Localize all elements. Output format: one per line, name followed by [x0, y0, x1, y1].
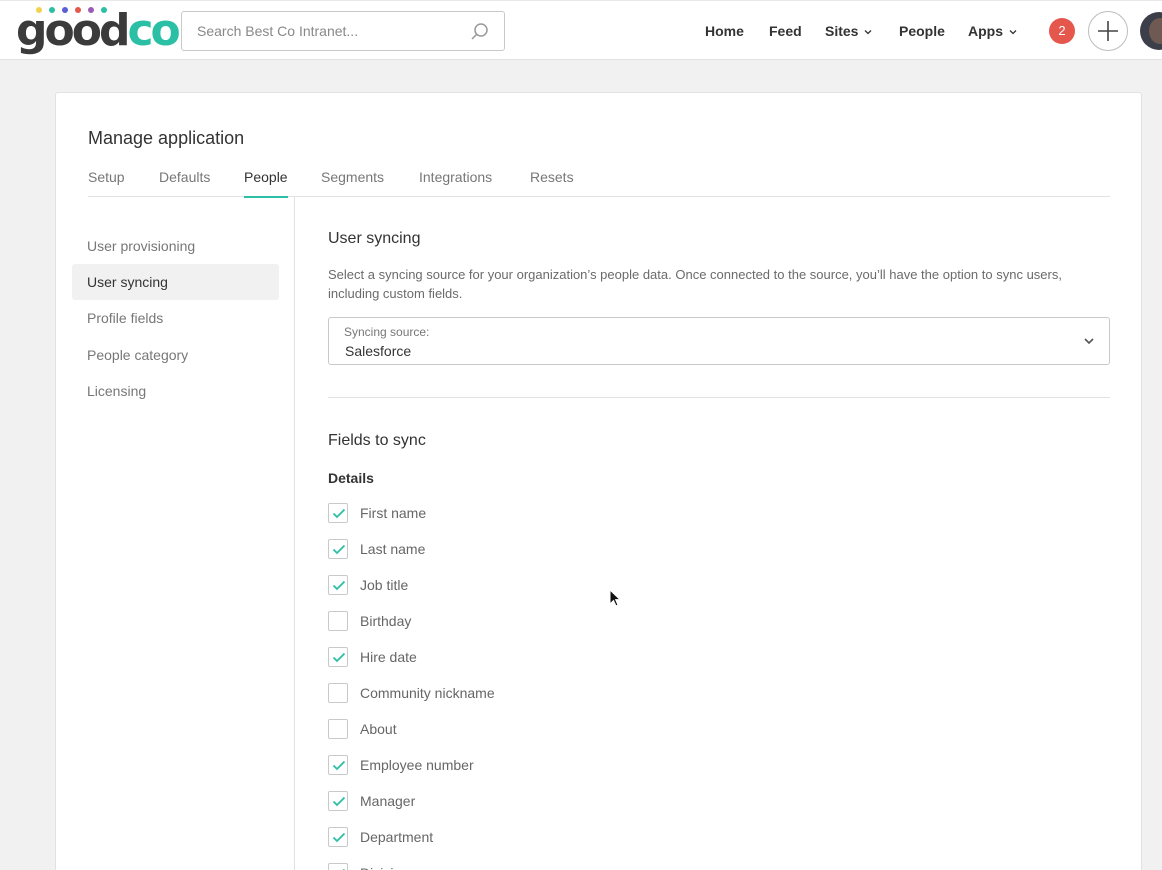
checkbox[interactable]	[328, 863, 348, 870]
logo-wordmark: goodco	[16, 5, 181, 56]
tab-segments[interactable]: Segments	[321, 169, 384, 196]
checkbox[interactable]	[328, 539, 348, 559]
checkbox[interactable]	[328, 683, 348, 703]
nav-apps[interactable]: Apps	[968, 23, 1017, 39]
nav-feed[interactable]: Feed	[769, 23, 802, 39]
chevron-down-icon	[1009, 30, 1017, 35]
checkbox[interactable]	[328, 575, 348, 595]
checkmark-icon	[332, 508, 346, 519]
search-input[interactable]	[183, 13, 463, 49]
field-checkbox-row[interactable]: Employee number	[328, 755, 728, 775]
sidebar-item-licensing[interactable]: Licensing	[72, 373, 279, 409]
notification-badge[interactable]: 2	[1049, 18, 1075, 44]
field-checkbox-row[interactable]: Hire date	[328, 647, 728, 667]
field-checkbox-row[interactable]: Community nickname	[328, 683, 728, 703]
syncing-source-label: Syncing source:	[344, 325, 430, 339]
checkmark-icon	[332, 652, 346, 663]
user-syncing-description: Select a syncing source for your organiz…	[328, 267, 1062, 301]
tab-integrations[interactable]: Integrations	[419, 169, 492, 196]
checkmark-icon	[332, 796, 346, 807]
details-group-label: Details	[328, 470, 374, 486]
nav-home[interactable]: Home	[705, 23, 744, 39]
checkmark-icon	[332, 760, 346, 771]
checkmark-icon	[332, 832, 346, 843]
sidebar-item-profile-fields[interactable]: Profile fields	[72, 300, 279, 336]
top-bar: goodco Home Feed Sites People Apps 2	[0, 0, 1162, 60]
field-label: First name	[360, 505, 427, 521]
tab-defaults[interactable]: Defaults	[159, 169, 210, 196]
search-icon[interactable]	[470, 22, 490, 42]
goodco-logo[interactable]: goodco	[16, 7, 181, 55]
field-checkbox-row[interactable]: Last name	[328, 539, 728, 559]
nav-sites-label: Sites	[825, 23, 859, 39]
checkbox[interactable]	[328, 503, 348, 523]
field-label: Job title	[360, 577, 409, 593]
manage-application-card: Manage application Setup Defaults People…	[55, 92, 1142, 870]
nav-sites[interactable]: Sites	[825, 23, 872, 39]
checkmark-icon	[332, 544, 346, 555]
syncing-source-select[interactable]: Syncing source: Salesforce	[328, 317, 1110, 365]
section-divider	[328, 397, 1110, 398]
field-checkbox-row[interactable]: Manager	[328, 791, 728, 811]
field-checkbox-row[interactable]: Department	[328, 827, 728, 847]
checkbox[interactable]	[328, 827, 348, 847]
checkbox[interactable]	[328, 791, 348, 811]
field-checkbox-row[interactable]: Job title	[328, 575, 728, 595]
search-box	[181, 11, 505, 51]
avatar[interactable]	[1140, 12, 1162, 50]
sidebar-item-user-syncing[interactable]: User syncing	[72, 264, 279, 300]
nav-people[interactable]: People	[899, 23, 945, 39]
field-label: Manager	[360, 793, 416, 809]
field-checkbox-row[interactable]: Division	[328, 863, 728, 870]
field-checkbox-row[interactable]: About	[328, 719, 728, 739]
tab-people[interactable]: People	[244, 169, 288, 198]
checkbox[interactable]	[328, 647, 348, 667]
chevron-down-icon	[865, 30, 872, 35]
field-label: Last name	[360, 541, 426, 557]
field-checkbox-row[interactable]: First name	[328, 503, 728, 523]
checkbox[interactable]	[328, 719, 348, 739]
chevron-down-icon	[1084, 338, 1094, 345]
add-button[interactable]	[1088, 11, 1128, 51]
plus-icon	[1098, 21, 1118, 41]
field-label: Birthday	[360, 613, 412, 629]
field-label: Division	[360, 865, 409, 870]
checkbox[interactable]	[328, 755, 348, 775]
checkmark-icon	[332, 580, 346, 591]
field-checkbox-row[interactable]: Birthday	[328, 611, 728, 631]
field-label: Employee number	[360, 757, 474, 773]
settings-sidebar: User provisioning User syncing Profile f…	[72, 197, 295, 870]
field-label: Community nickname	[360, 685, 495, 701]
field-label: About	[360, 721, 397, 737]
tab-bar: Setup Defaults People Segments Integrati…	[88, 167, 1110, 198]
nav-apps-label: Apps	[968, 23, 1003, 39]
page-title: Manage application	[88, 128, 245, 148]
field-label: Hire date	[360, 649, 417, 665]
fields-to-sync-heading: Fields to sync	[328, 432, 426, 449]
tab-resets[interactable]: Resets	[530, 169, 574, 196]
checkbox[interactable]	[328, 611, 348, 631]
sidebar-item-user-provisioning[interactable]: User provisioning	[72, 228, 279, 264]
sidebar-item-people-category[interactable]: People category	[72, 337, 279, 373]
tab-setup[interactable]: Setup	[88, 169, 125, 196]
user-syncing-heading: User syncing	[328, 230, 421, 247]
mouse-cursor-icon	[609, 589, 622, 607]
syncing-source-value: Salesforce	[345, 343, 412, 359]
field-label: Department	[360, 829, 434, 845]
